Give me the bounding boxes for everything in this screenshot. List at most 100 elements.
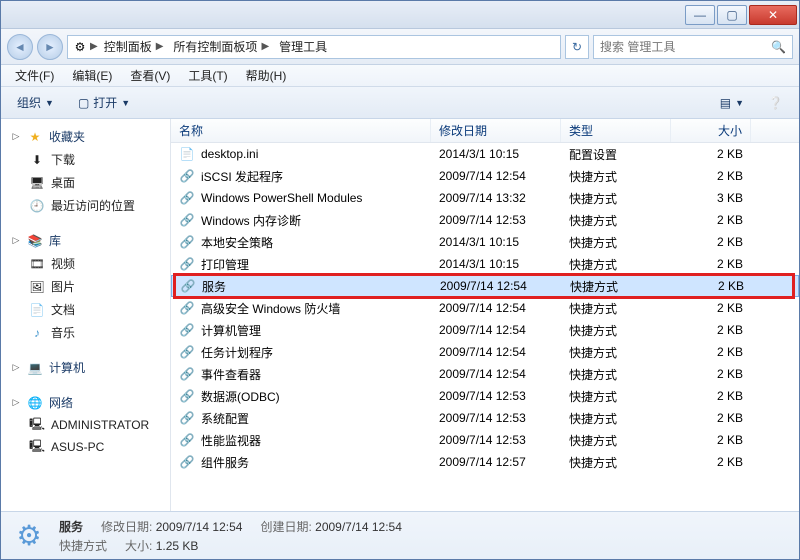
file-name: desktop.ini <box>201 147 258 161</box>
menu-help[interactable]: 帮助(H) <box>238 65 295 86</box>
table-row[interactable]: 🔗Windows 内存诊断2009/7/14 12:53快捷方式2 KB <box>171 209 799 231</box>
view-options-button[interactable]: ▤ ▼ <box>714 94 750 112</box>
table-row[interactable]: 🔗任务计划程序2009/7/14 12:54快捷方式2 KB <box>171 341 799 363</box>
file-date: 2009/7/14 12:54 <box>432 279 562 293</box>
sidebar-item-music[interactable]: ♪音乐 <box>7 321 170 344</box>
table-row[interactable]: 🔗数据源(ODBC)2009/7/14 12:53快捷方式2 KB <box>171 385 799 407</box>
body: ▷★收藏夹 ⬇下载 🖥桌面 🕘最近访问的位置 ▷📚库 🎞视频 🖼图片 📄文档 ♪… <box>1 119 799 511</box>
file-date: 2009/7/14 12:54 <box>431 301 561 315</box>
table-row[interactable]: 🔗性能监视器2009/7/14 12:53快捷方式2 KB <box>171 429 799 451</box>
computer-icon: 💻 <box>27 360 43 376</box>
file-size: 2 KB <box>671 455 751 469</box>
pc-icon: 🖳 <box>29 439 45 455</box>
table-row[interactable]: 🔗系统配置2009/7/14 12:53快捷方式2 KB <box>171 407 799 429</box>
file-size: 2 KB <box>671 389 751 403</box>
file-date: 2009/7/14 12:54 <box>431 169 561 183</box>
table-row[interactable]: 🔗Windows PowerShell Modules2009/7/14 13:… <box>171 187 799 209</box>
sidebar-item-downloads[interactable]: ⬇下载 <box>7 148 170 171</box>
breadcrumb[interactable]: ⚙ ▶ 控制面板▶ 所有控制面板项▶ 管理工具 <box>67 35 561 59</box>
sidebar-item-pictures[interactable]: 🖼图片 <box>7 275 170 298</box>
sidebar-item-net-1[interactable]: 🖳ASUS-PC <box>7 436 170 458</box>
table-row[interactable]: 📄desktop.ini2014/3/1 10:15配置设置2 KB <box>171 143 799 165</box>
open-icon: ▢ <box>78 96 89 110</box>
col-date[interactable]: 修改日期 <box>431 119 561 142</box>
file-icon: 🔗 <box>179 190 195 206</box>
crumb-2[interactable]: 管理工具 <box>275 38 331 55</box>
gear-icon: ⚙ <box>11 518 47 554</box>
table-row[interactable]: 🔗高级安全 Windows 防火墙2009/7/14 12:54快捷方式2 KB <box>171 297 799 319</box>
table-row[interactable]: 🔗服务2009/7/14 12:54快捷方式2 KB <box>171 275 799 297</box>
open-button[interactable]: ▢打开 ▼ <box>72 92 136 113</box>
minimize-button[interactable]: — <box>685 5 715 25</box>
sidebar-item-documents[interactable]: 📄文档 <box>7 298 170 321</box>
sidebar-libraries-head[interactable]: ▷📚库 <box>7 229 170 252</box>
menu-file[interactable]: 文件(F) <box>7 65 62 86</box>
menu-tools[interactable]: 工具(T) <box>180 65 235 86</box>
table-row[interactable]: 🔗iSCSI 发起程序2009/7/14 12:54快捷方式2 KB <box>171 165 799 187</box>
file-size: 2 KB <box>671 345 751 359</box>
file-name: 高级安全 Windows 防火墙 <box>201 300 340 317</box>
back-button[interactable]: ◄ <box>7 34 33 60</box>
library-icon: 📚 <box>27 233 43 249</box>
forward-button[interactable]: ► <box>37 34 63 60</box>
file-type: 快捷方式 <box>561 454 671 471</box>
menu-edit[interactable]: 编辑(E) <box>64 65 120 86</box>
refresh-button[interactable]: ↻ <box>565 35 589 59</box>
sidebar-item-net-0[interactable]: 🖳ADMINISTRATOR <box>7 414 170 436</box>
sidebar-item-videos[interactable]: 🎞视频 <box>7 252 170 275</box>
sidebar-computer-head[interactable]: ▷💻计算机 <box>7 356 170 379</box>
file-size: 2 KB <box>671 169 751 183</box>
download-icon: ⬇ <box>29 152 45 168</box>
file-name: Windows 内存诊断 <box>201 212 301 229</box>
menubar: 文件(F) 编辑(E) 查看(V) 工具(T) 帮助(H) <box>1 65 799 87</box>
help-button[interactable]: ❔ <box>762 94 789 112</box>
star-icon: ★ <box>27 129 43 145</box>
file-name: 计算机管理 <box>201 322 261 339</box>
table-row[interactable]: 🔗本地安全策略2014/3/1 10:15快捷方式2 KB <box>171 231 799 253</box>
navigation-pane[interactable]: ▷★收藏夹 ⬇下载 🖥桌面 🕘最近访问的位置 ▷📚库 🎞视频 🖼图片 📄文档 ♪… <box>1 119 171 511</box>
close-button[interactable]: ✕ <box>749 5 797 25</box>
file-type: 快捷方式 <box>561 212 671 229</box>
toolbar: 组织 ▼ ▢打开 ▼ ▤ ▼ ❔ <box>1 87 799 119</box>
file-icon: 🔗 <box>179 410 195 426</box>
table-row[interactable]: 🔗打印管理2014/3/1 10:15快捷方式2 KB <box>171 253 799 275</box>
organize-button[interactable]: 组织 ▼ <box>11 92 60 113</box>
file-date: 2014/3/1 10:15 <box>431 235 561 249</box>
table-row[interactable]: 🔗事件查看器2009/7/14 12:54快捷方式2 KB <box>171 363 799 385</box>
crumb-0[interactable]: 控制面板▶ <box>100 38 168 55</box>
menu-view[interactable]: 查看(V) <box>122 65 178 86</box>
document-icon: 📄 <box>29 302 45 318</box>
file-size: 2 KB <box>671 301 751 315</box>
pc-icon: 🖳 <box>29 417 45 433</box>
search-input[interactable]: 搜索 管理工具 🔍 <box>593 35 793 59</box>
sidebar-favorites-head[interactable]: ▷★收藏夹 <box>7 125 170 148</box>
file-name: Windows PowerShell Modules <box>201 191 362 205</box>
file-list-pane: 名称 修改日期 类型 大小 📄desktop.ini2014/3/1 10:15… <box>171 119 799 511</box>
status-type: 快捷方式 <box>59 537 107 554</box>
crumb-1[interactable]: 所有控制面板项▶ <box>169 38 273 55</box>
chevron-right-icon: ▶ <box>90 41 98 52</box>
explorer-window: — ▢ ✕ ◄ ► ⚙ ▶ 控制面板▶ 所有控制面板项▶ 管理工具 ↻ 搜索 管… <box>0 0 800 560</box>
col-type[interactable]: 类型 <box>561 119 671 142</box>
table-row[interactable]: 🔗计算机管理2009/7/14 12:54快捷方式2 KB <box>171 319 799 341</box>
col-size[interactable]: 大小 <box>671 119 751 142</box>
file-size: 3 KB <box>671 191 751 205</box>
col-name[interactable]: 名称 <box>171 119 431 142</box>
table-row[interactable]: 🔗组件服务2009/7/14 12:57快捷方式2 KB <box>171 451 799 473</box>
file-list[interactable]: 📄desktop.ini2014/3/1 10:15配置设置2 KB 🔗 iSCSI… <box>171 143 799 473</box>
file-name: iSCSI 发起程序 <box>201 168 283 185</box>
sidebar-item-desktop[interactable]: 🖥桌面 <box>7 171 170 194</box>
maximize-button[interactable]: ▢ <box>717 5 747 25</box>
file-icon: 🔗 <box>179 322 195 338</box>
sidebar-network-head[interactable]: ▷🌐网络 <box>7 391 170 414</box>
file-name: 系统配置 <box>201 410 249 427</box>
file-type: 快捷方式 <box>561 300 671 317</box>
sidebar-item-recent[interactable]: 🕘最近访问的位置 <box>7 194 170 217</box>
file-date: 2009/7/14 12:53 <box>431 433 561 447</box>
recent-icon: 🕘 <box>29 198 45 214</box>
file-type: 快捷方式 <box>561 190 671 207</box>
file-name: 事件查看器 <box>201 366 261 383</box>
picture-icon: 🖼 <box>29 279 45 295</box>
control-panel-icon: ⚙ <box>72 39 88 55</box>
file-date: 2014/3/1 10:15 <box>431 257 561 271</box>
